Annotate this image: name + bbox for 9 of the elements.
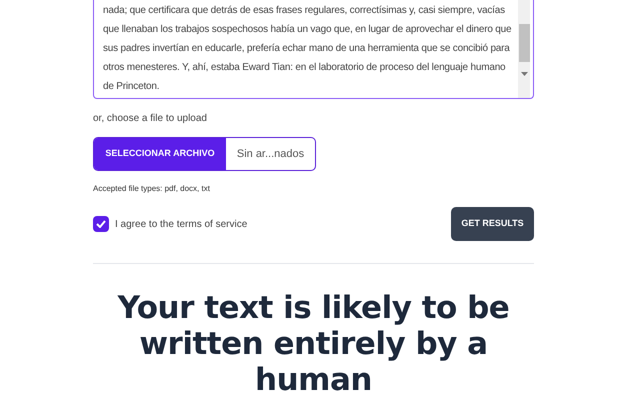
get-results-button[interactable]: GET RESULTS <box>451 207 534 241</box>
file-picker[interactable]: SELECCIONAR ARCHIVO Sin ar...nados <box>93 137 316 171</box>
terms-label: I agree to the terms of service <box>115 218 248 232</box>
text-area-value: nada; que certificara que detrás de esas frases regulares, correctísimas y, casi siempre, vacías que llenaban los trabajos sospechosos había un vago que, en lugar de aprovechar el dinero que sus padres invertían en educarle, prefería echar mano de una herramienta que se concibió para otros menesteres. Y, ahí, estaba Eward Tian: en el laboratorio de proceso del lenguaje humano de Princeton. <box>102 4 512 94</box>
file-name: Sin ar...nados <box>236 146 306 162</box>
choose-file-button[interactable]: SELECCIONAR ARCHIVO <box>94 138 226 170</box>
accepted-file-types: Accepted file types: pdf, docx, txt <box>93 183 211 195</box>
upload-label: or, choose a file to upload <box>93 112 208 126</box>
result-heading: Your text is likely to be written entirely by a human <box>116 290 510 398</box>
